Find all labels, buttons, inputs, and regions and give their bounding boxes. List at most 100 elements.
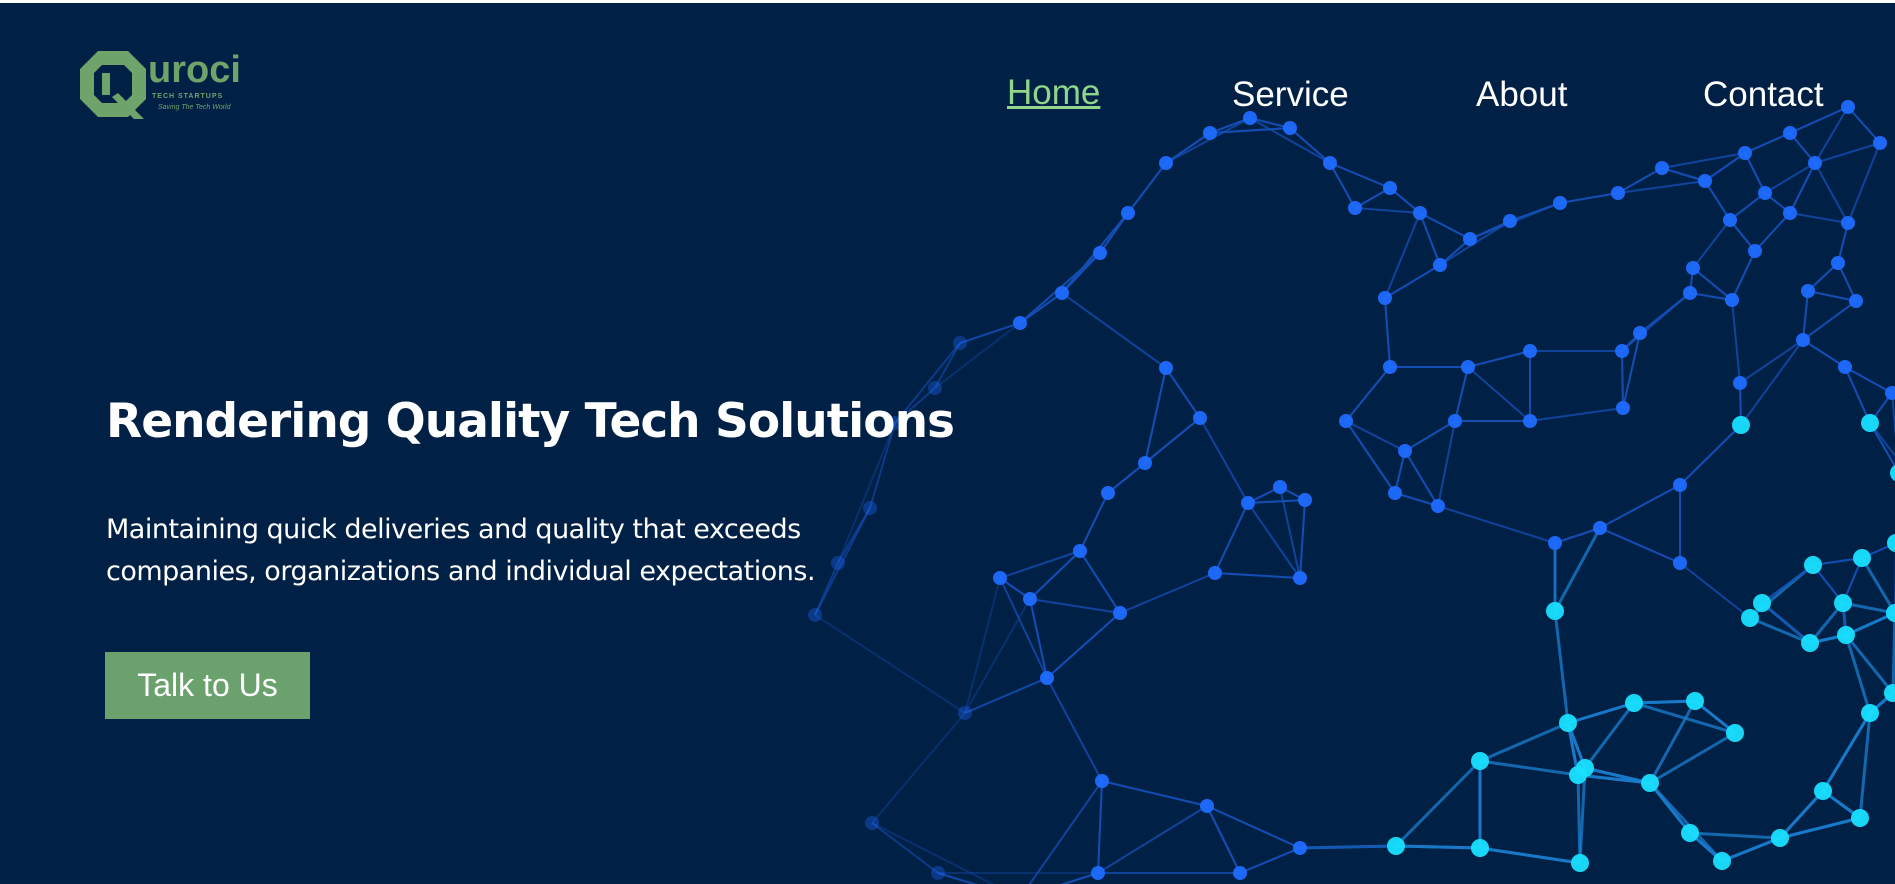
network-node [1713,852,1731,870]
network-node [1861,414,1879,432]
network-edge [1395,844,1481,850]
network-edge [1599,484,1681,529]
network-node [1783,126,1797,140]
network-node [1448,414,1462,428]
network-node [1559,714,1577,732]
network-node [1193,411,1207,425]
network-edge [1633,699,1696,705]
network-edge [1061,292,1167,369]
network-node [1546,602,1564,620]
network-edge [1807,290,1857,302]
network-edge [1437,420,1456,507]
network-node [1013,316,1027,330]
network-edge [1731,250,1756,301]
network-node [1233,866,1247,880]
network-edge [1761,602,1811,644]
network-node [1886,604,1895,622]
network-node [1686,261,1700,275]
network-node [1849,294,1863,308]
network-node [1851,809,1869,827]
network-node [1834,594,1852,612]
network-edge [1639,292,1691,334]
network-edge [1761,564,1814,604]
network-edge [1622,332,1641,409]
network-edge [1779,816,1861,840]
network-edge [1165,367,1201,419]
network-edge [1844,366,1893,394]
network-node [1055,286,1069,300]
nav-link-contact[interactable]: Contact [1703,75,1824,115]
network-edge [1721,836,1781,863]
network-edge [1467,350,1531,368]
nav-link-about[interactable]: About [1476,75,1567,115]
network-node [1159,361,1173,375]
network-node [808,608,822,622]
network-edge [1046,612,1121,679]
network-edge [1479,721,1569,763]
logo-tagline: Saving The Tech World [158,104,231,111]
network-node [1841,216,1855,230]
network-node [1095,774,1109,788]
network-node [1553,196,1567,210]
network-edge [1479,846,1581,865]
network-node [1298,493,1312,507]
nav-link-home[interactable]: Home [1007,73,1100,113]
network-edge [1107,417,1201,494]
logo-subtitle: TECH STARTUPS [152,93,224,100]
network-node [953,336,967,350]
network-edge [1648,782,1692,834]
network-node [1887,534,1895,552]
network-node [1471,839,1489,857]
network-edge [1529,407,1624,422]
network-node [1121,206,1135,220]
network-edge [1097,780,1103,874]
network-node [1023,592,1037,606]
network-edge [1289,127,1331,164]
hero-section: uroci TECH STARTUPS Saving The Tech Worl… [0,3,1895,884]
network-node [1732,416,1750,434]
network-node [1461,360,1475,374]
nav-link-service[interactable]: Service [1232,75,1349,115]
network-node [1841,100,1855,114]
network-node [865,816,879,830]
network-edge [1679,424,1742,486]
network-node [1726,724,1744,742]
network-edge [1345,420,1396,494]
network-node [1771,829,1789,847]
network-edge [1567,701,1635,725]
network-edge [964,598,1031,714]
network-edge [1847,106,1881,144]
network-edge [1814,162,1849,224]
network-edge [814,614,966,714]
network-node [1388,486,1402,500]
network-node [1093,246,1107,260]
network-node [1796,333,1810,347]
network-edge [959,322,1021,344]
network-node [1723,213,1737,227]
network-node [1741,609,1759,627]
logo[interactable]: uroci TECH STARTUPS Saving The Tech Worl… [78,45,248,125]
network-node [1433,258,1447,272]
network-edge [1199,417,1249,504]
network-node [1571,854,1589,872]
network-edge [1802,290,1809,341]
network-node [1339,414,1353,428]
network-edge [1559,192,1619,204]
network-edge [1029,598,1048,679]
talk-to-us-button[interactable]: Talk to Us [105,652,310,719]
network-node [1641,774,1659,792]
network-edge [1119,572,1216,614]
hero-subtitle: Maintaining quick deliveries and quality… [106,509,906,593]
network-node [1873,136,1887,150]
network-edge [937,872,978,884]
network-edge [1744,132,1791,154]
logo-q-icon [80,51,146,119]
network-edge [1079,550,1121,614]
network-node [1633,326,1647,340]
network-edge [1384,212,1421,299]
network-edge [1802,300,1857,341]
network-node [1655,161,1669,175]
network-edge [1739,339,1804,384]
network-node [1616,401,1630,415]
network-edge [1029,550,1081,600]
